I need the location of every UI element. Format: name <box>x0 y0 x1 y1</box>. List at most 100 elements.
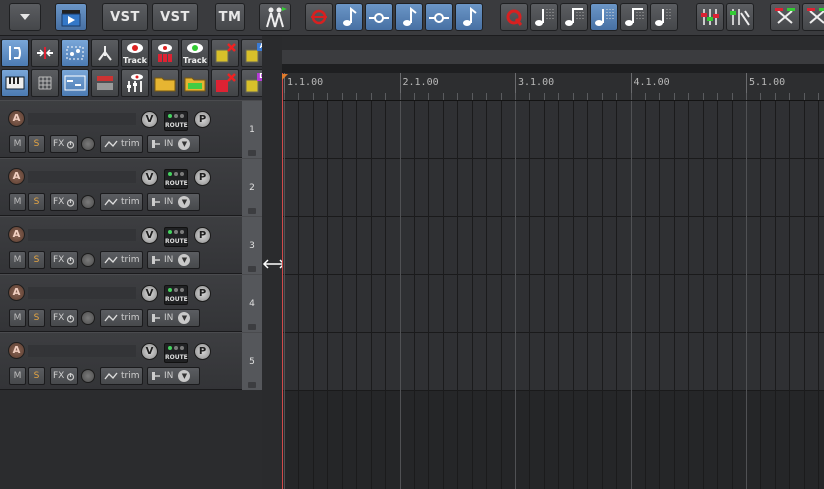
pan-knob[interactable]: P <box>194 111 211 128</box>
track-number[interactable]: 2 <box>242 159 271 216</box>
track-number[interactable]: 4 <box>242 275 271 332</box>
track-row[interactable]: A V ROUTE P M S FX trim IN ▼ 4 <box>0 274 271 332</box>
fx-button[interactable]: FX <box>50 251 78 269</box>
record-arm-button[interactable]: A <box>8 226 25 243</box>
volume-knob[interactable]: V <box>141 227 158 244</box>
automation-mode-button[interactable]: trim <box>100 135 143 153</box>
pan-knob[interactable]: P <box>194 285 211 302</box>
volume-knob[interactable]: V <box>141 111 158 128</box>
record-arm-button[interactable]: A <box>8 284 25 301</box>
grouping-button[interactable] <box>61 39 89 67</box>
empty-arrange-area[interactable] <box>282 391 824 489</box>
phase-knob[interactable] <box>81 253 95 267</box>
midi-editor-button[interactable] <box>61 69 89 97</box>
input-select-button[interactable]: IN ▼ <box>147 251 200 269</box>
video-button[interactable] <box>55 3 87 31</box>
mute-button[interactable]: M <box>9 193 26 211</box>
phase-knob[interactable] <box>81 369 95 383</box>
pan-knob[interactable]: P <box>194 169 211 186</box>
route-button[interactable]: ROUTE <box>164 343 188 363</box>
tm-button[interactable]: TM <box>215 3 245 31</box>
remove-item-button[interactable] <box>211 39 239 67</box>
phase-knob[interactable] <box>81 137 95 151</box>
record-arm-button[interactable]: A <box>8 342 25 359</box>
volume-knob[interactable]: V <box>141 343 158 360</box>
track-row[interactable]: A V ROUTE P M S FX trim IN ▼ 3 <box>0 216 271 274</box>
track-number[interactable]: 1 <box>242 101 271 158</box>
pan-knob[interactable]: P <box>194 343 211 360</box>
pan-knob[interactable]: P <box>194 227 211 244</box>
grid-button[interactable] <box>31 69 59 97</box>
mixer-button[interactable] <box>696 3 724 31</box>
mute-button[interactable]: M <box>9 309 26 327</box>
solo-button[interactable]: S <box>28 193 45 211</box>
input-select-button[interactable]: IN ▼ <box>147 193 200 211</box>
note-grid-button-4[interactable] <box>620 3 648 31</box>
automation-mode-button[interactable]: trim <box>100 251 143 269</box>
route-button[interactable]: ROUTE <box>164 111 188 131</box>
note-link-button-2[interactable] <box>425 3 453 31</box>
solo-button[interactable]: S <box>28 309 45 327</box>
automation-mode-button[interactable]: trim <box>100 309 143 327</box>
mixer-grid-button[interactable] <box>91 69 119 97</box>
collaborate-button[interactable] <box>259 3 291 31</box>
track-lanes[interactable] <box>282 101 824 391</box>
fx-mixer-button[interactable] <box>121 69 149 97</box>
dropdown-arrow-button[interactable] <box>9 3 41 31</box>
mute-button[interactable]: M <box>9 251 26 269</box>
envelope-button[interactable] <box>91 39 119 67</box>
metronome-loop-button[interactable] <box>305 3 333 31</box>
volume-knob[interactable]: V <box>141 285 158 302</box>
routing-button[interactable] <box>726 3 754 31</box>
automation-mode-button[interactable]: trim <box>100 367 143 385</box>
track-row[interactable]: A V ROUTE P M S FX trim IN ▼ 5 <box>0 332 271 390</box>
track-name-field[interactable] <box>28 287 136 299</box>
record-arm-button[interactable]: A <box>8 110 25 127</box>
track-number[interactable]: 5 <box>242 333 271 390</box>
solo-button[interactable]: S <box>28 367 45 385</box>
note-link-button-1[interactable] <box>365 3 393 31</box>
volume-knob[interactable]: V <box>141 169 158 186</box>
timeline-ruler[interactable]: 1.1.00 2.1.00 3.1.00 4.1.00 5.1.00 <box>282 73 824 101</box>
phase-knob[interactable] <box>81 195 95 209</box>
note-grid-button-1[interactable] <box>530 3 558 31</box>
vst-button-2[interactable]: VST <box>152 3 198 31</box>
phase-knob[interactable] <box>81 311 95 325</box>
note-button-2[interactable] <box>395 3 423 31</box>
folder-button-2[interactable] <box>181 69 209 97</box>
ripple-edit-button[interactable] <box>31 39 59 67</box>
track-name-field[interactable] <box>28 345 136 357</box>
fx-button[interactable]: FX <box>50 309 78 327</box>
note-grid-button-3[interactable] <box>590 3 618 31</box>
mixer-visibility-button[interactable] <box>151 39 179 67</box>
track-row[interactable]: A V ROUTE P M S FX trim IN ▼ 1 <box>0 100 271 158</box>
snap-toggle-button[interactable] <box>1 39 29 67</box>
track-visibility-button-1[interactable]: Track <box>121 39 149 67</box>
track-name-field[interactable] <box>28 171 136 183</box>
fx-button[interactable]: FX <box>50 367 78 385</box>
solo-button[interactable]: S <box>28 135 45 153</box>
mute-button[interactable]: M <box>9 135 26 153</box>
input-select-button[interactable]: IN ▼ <box>147 309 200 327</box>
route-button[interactable]: ROUTE <box>164 285 188 305</box>
note-grid-button-2[interactable] <box>560 3 588 31</box>
fx-button[interactable]: FX <box>50 135 78 153</box>
folder-button-1[interactable] <box>151 69 179 97</box>
route-button[interactable]: ROUTE <box>164 227 188 247</box>
cut-button-1[interactable] <box>770 3 800 31</box>
mute-button[interactable]: M <box>9 367 26 385</box>
quantize-button[interactable] <box>500 3 528 31</box>
automation-mode-button[interactable]: trim <box>100 193 143 211</box>
keyboard-button[interactable] <box>1 69 29 97</box>
note-button-1[interactable] <box>335 3 363 31</box>
vst-button-1[interactable]: VST <box>102 3 148 31</box>
record-arm-button[interactable]: A <box>8 168 25 185</box>
solo-button[interactable]: S <box>28 251 45 269</box>
track-name-field[interactable] <box>28 229 136 241</box>
track-number[interactable]: 3 <box>242 217 271 274</box>
track-visibility-button-2[interactable]: Track <box>181 39 209 67</box>
cut-button-2[interactable] <box>802 3 824 31</box>
input-select-button[interactable]: IN ▼ <box>147 367 200 385</box>
track-name-field[interactable] <box>28 113 136 125</box>
fx-button[interactable]: FX <box>50 193 78 211</box>
